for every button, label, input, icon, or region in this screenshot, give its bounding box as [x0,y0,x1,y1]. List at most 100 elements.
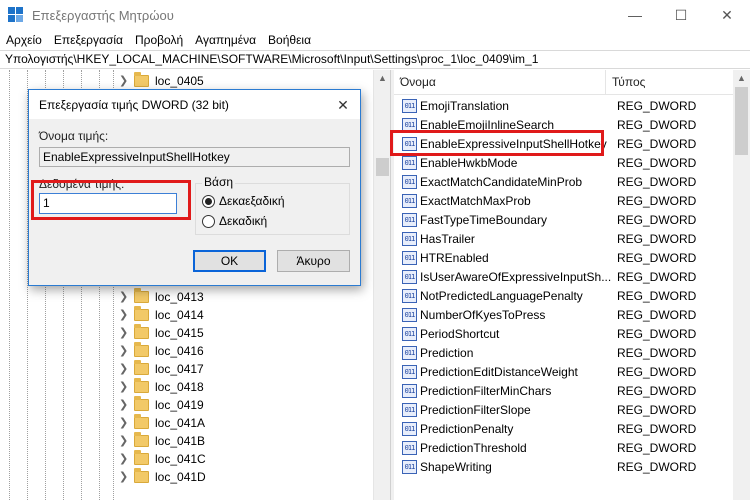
value-type: REG_DWORD [617,345,697,360]
scroll-thumb[interactable] [376,158,389,176]
value-name: ExactMatchMaxProb [420,193,531,208]
dword-value-icon: 011 [402,174,417,189]
chevron-right-icon[interactable]: ❯ [119,434,131,447]
radio-selected-icon[interactable] [202,194,215,208]
tree-item[interactable]: ❯ loc_0416 [119,341,204,360]
list-row[interactable]: 011 PredictionPenalty REG_DWORD [394,419,750,438]
list-row[interactable]: 011 NotPredictedLanguagePenalty REG_DWORD [394,286,750,305]
list-row[interactable]: 011 ShapeWriting REG_DWORD [394,457,750,476]
tree-item[interactable]: ❯ loc_0413 [119,287,204,306]
close-button[interactable]: ✕ [704,0,750,30]
tree-item[interactable]: ❯ loc_041B [119,431,205,450]
list-row[interactable]: 011 PredictionFilterSlope REG_DWORD [394,400,750,419]
value-type: REG_DWORD [617,269,697,284]
tree-item-label: loc_0419 [155,397,204,412]
tree-item[interactable]: ❯ loc_0419 [119,395,204,414]
tree-item[interactable]: ❯ loc_041C [119,449,206,468]
dword-value-icon: 011 [402,193,417,208]
list-row[interactable]: 011 PredictionFilterMinChars REG_DWORD [394,381,750,400]
hex-radio[interactable]: Δεκαεξαδική [202,194,285,208]
hex-radio-label: Δεκαεξαδική [219,194,285,208]
value-type: REG_DWORD [617,174,697,189]
folder-icon [134,287,149,303]
chevron-right-icon[interactable]: ❯ [119,416,131,429]
list-row[interactable]: 011 IsUserAwareOfExpressiveInputSh... REG_… [394,267,750,286]
chevron-right-icon[interactable]: ❯ [119,362,131,375]
value-name: NumberOfKyesToPress [420,307,546,322]
value-type: REG_DWORD [617,383,697,398]
tree-item-label: loc_0405 [155,73,204,88]
value-name: EnableHwkbMode [420,155,518,170]
chevron-right-icon[interactable]: ❯ [119,326,131,339]
value-name-field: EnableExpressiveInputShellHotkey [39,147,350,167]
value-name: PredictionFilterMinChars [420,383,552,398]
list-row[interactable]: 011 FastTypeTimeBoundary REG_DWORD [394,210,750,229]
tree-item-label: loc_0413 [155,289,204,304]
folder-icon [134,71,149,87]
dword-value-icon: 011 [402,212,417,227]
tree-item[interactable]: ❯ loc_0417 [119,359,204,378]
list-row[interactable]: 011 NumberOfKyesToPress REG_DWORD [394,305,750,324]
folder-icon [134,413,149,429]
tree-item[interactable]: ❯ loc_0418 [119,377,204,396]
dec-radio-label: Δεκαδική [219,214,268,228]
ok-button[interactable]: OK [193,250,266,272]
value-name: PredictionEditDistanceWeight [420,364,578,379]
dword-value-icon: 011 [402,269,417,284]
tree-item-label: loc_041C [155,451,206,466]
maximize-button[interactable]: ☐ [658,0,704,30]
list-row[interactable]: 011 ExactMatchMaxProb REG_DWORD [394,191,750,210]
menu-edit[interactable]: Επεξεργασία [48,33,129,47]
tree-item[interactable]: ❯ loc_0405 [119,71,204,90]
dword-value-icon: 011 [402,288,417,303]
value-name: EmojiTranslation [420,98,509,113]
cancel-button[interactable]: Άκυρο [277,250,350,272]
chevron-right-icon[interactable]: ❯ [119,470,131,483]
list-row[interactable]: 011 ExactMatchCandidateMinProb REG_DWORD [394,172,750,191]
dword-value-icon: 011 [402,364,417,379]
chevron-right-icon[interactable]: ❯ [119,308,131,321]
tree-item[interactable]: ❯ loc_041D [119,467,206,486]
scroll-up-icon[interactable]: ▲ [733,70,750,87]
tree-item-label: loc_0415 [155,325,204,340]
radio-unselected-icon[interactable] [202,214,215,228]
tree-scrollbar[interactable]: ▲ [373,70,390,500]
list-row[interactable]: 011 HasTrailer REG_DWORD [394,229,750,248]
list-row[interactable]: 011 PeriodShortcut REG_DWORD [394,324,750,343]
list-row[interactable]: 011 HTREnabled REG_DWORD [394,248,750,267]
scroll-thumb[interactable] [735,87,748,155]
scroll-up-icon[interactable]: ▲ [374,70,391,87]
list-row[interactable]: 011 PredictionEditDistanceWeight REG_DWORD [394,362,750,381]
menu-help[interactable]: Βοήθεια [262,33,317,47]
chevron-right-icon[interactable]: ❯ [119,380,131,393]
tree-item[interactable]: ❯ loc_041A [119,413,205,432]
chevron-right-icon[interactable]: ❯ [119,452,131,465]
minimize-button[interactable]: — [612,0,658,30]
highlight-box [31,180,191,220]
chevron-right-icon[interactable]: ❯ [119,398,131,411]
dialog-close-icon[interactable]: ✕ [332,94,354,116]
dword-value-icon: 011 [402,383,417,398]
value-name: IsUserAwareOfExpressiveInputSh... [420,269,611,284]
list-row[interactable]: 011 PredictionThreshold REG_DWORD [394,438,750,457]
list-scrollbar[interactable]: ▲ [733,70,750,500]
address-bar[interactable]: Υπολογιστής\HKEY_LOCAL_MACHINE\SOFTWARE\… [0,50,750,69]
menu-view[interactable]: Προβολή [129,33,189,47]
menu-file[interactable]: Αρχείο [0,33,48,47]
list-row[interactable]: 011 EmojiTranslation REG_DWORD [394,96,750,115]
tree-item[interactable]: ❯ loc_0415 [119,323,204,342]
menu-favorites[interactable]: Αγαπημένα [189,33,262,47]
window-title: Επεξεργαστής Μητρώου [32,7,174,23]
column-name-header[interactable]: Όνομα [394,70,606,95]
chevron-right-icon[interactable]: ❯ [119,290,131,303]
list-row[interactable]: 011 Prediction REG_DWORD [394,343,750,362]
column-type-header[interactable]: Τύπος [606,70,645,95]
chevron-right-icon[interactable]: ❯ [119,74,131,87]
dword-value-icon: 011 [402,250,417,265]
chevron-right-icon[interactable]: ❯ [119,344,131,357]
tree-item-label: loc_0416 [155,343,204,358]
folder-icon [134,341,149,357]
dec-radio[interactable]: Δεκαδική [202,214,267,228]
value-type: REG_DWORD [617,326,697,341]
tree-item[interactable]: ❯ loc_0414 [119,305,204,324]
